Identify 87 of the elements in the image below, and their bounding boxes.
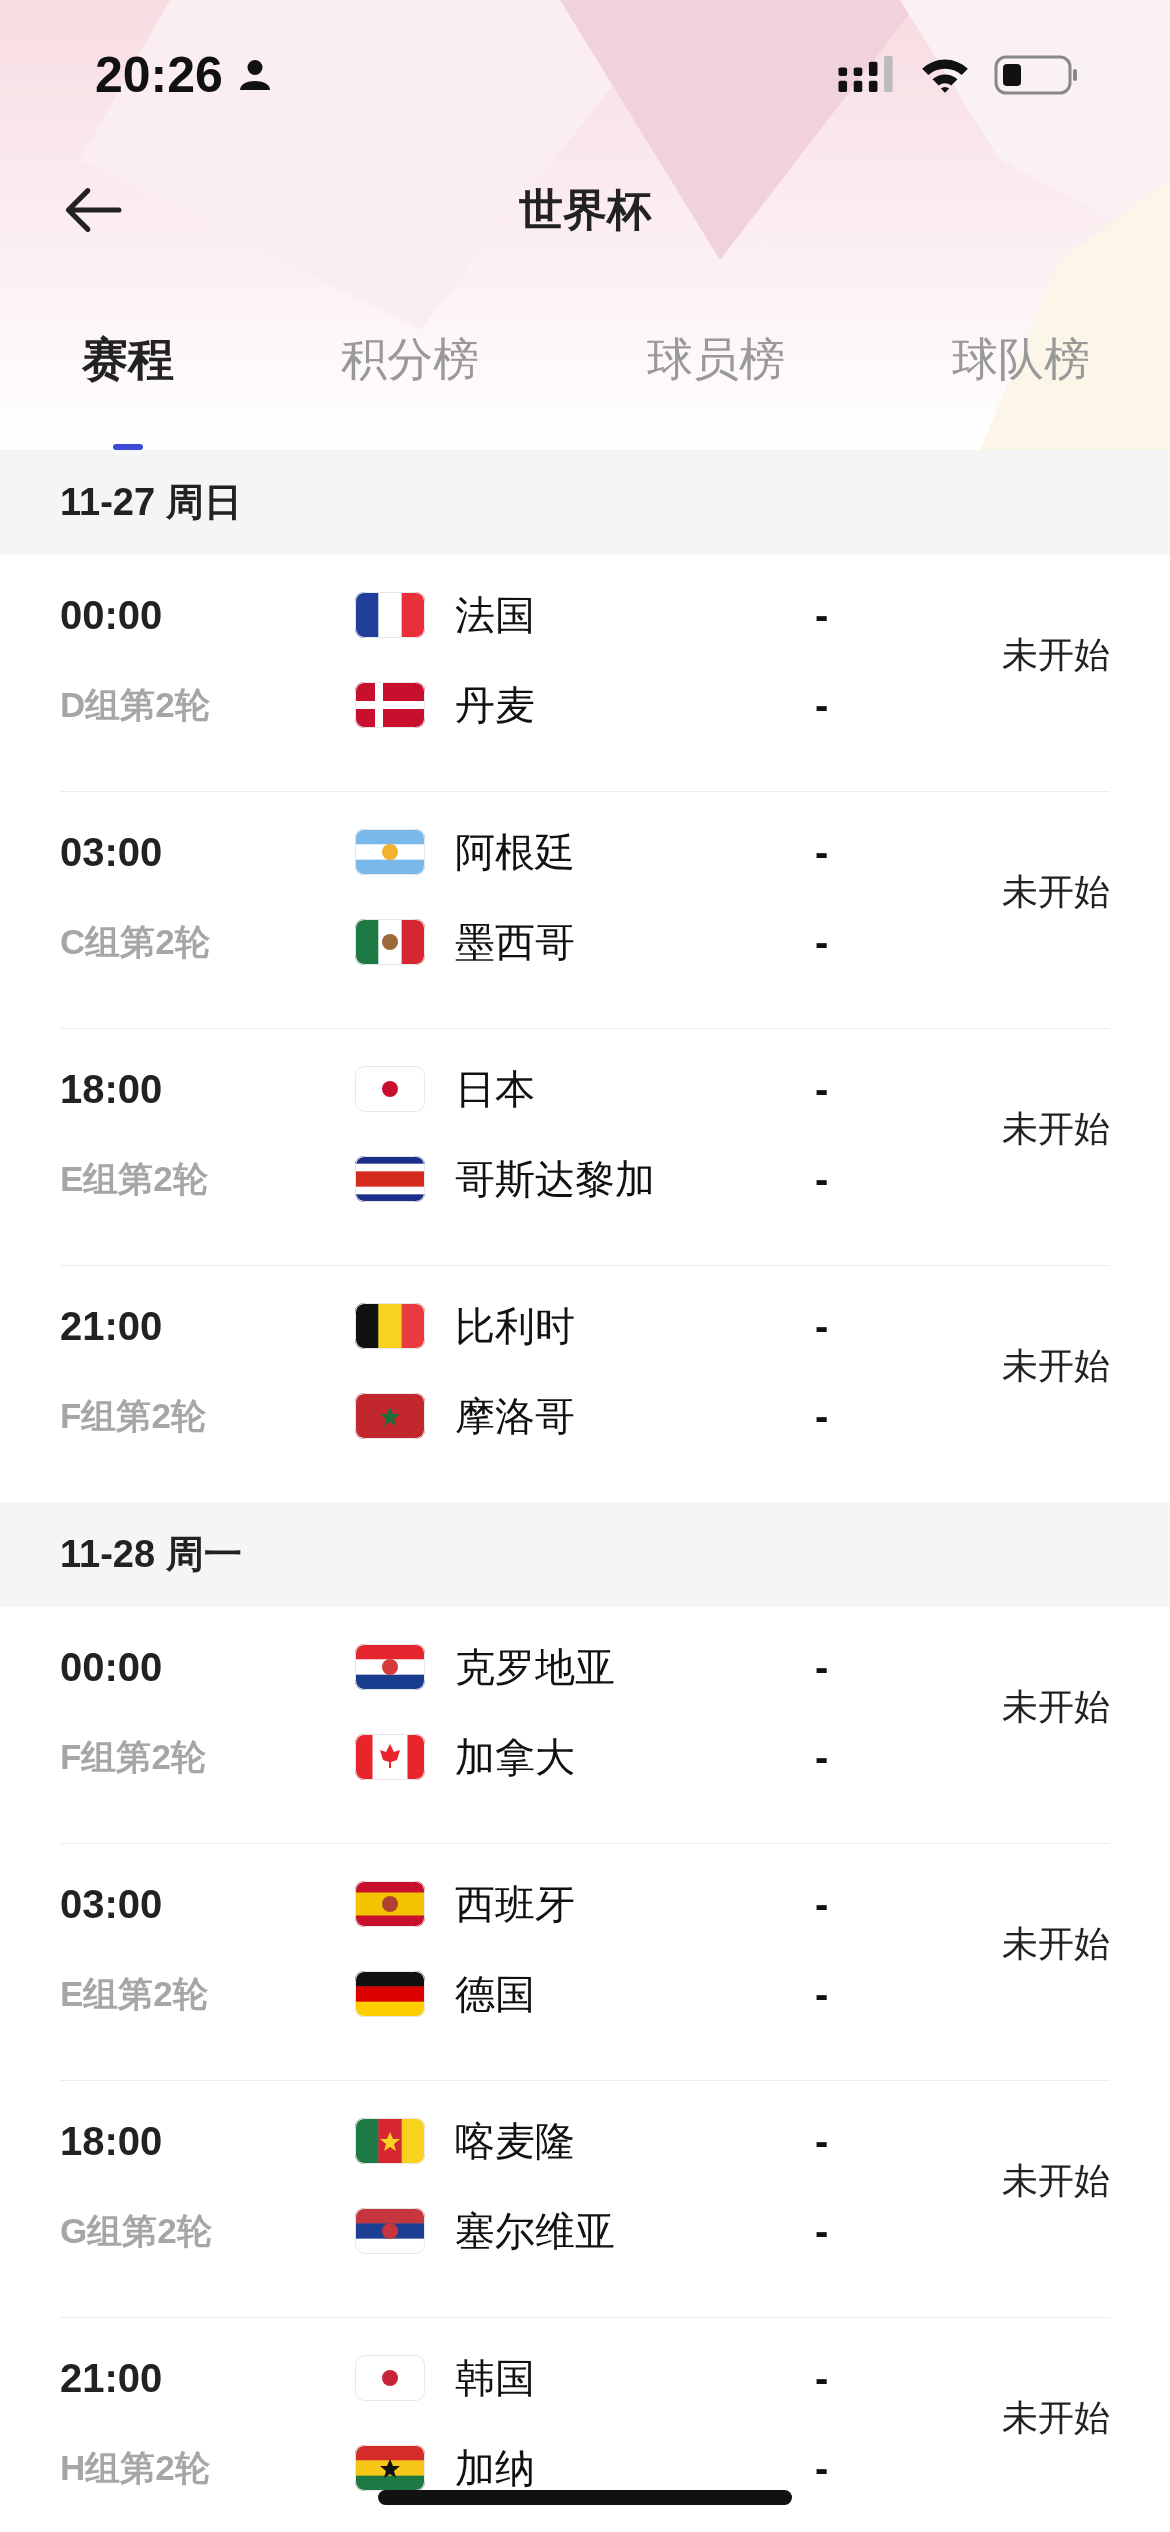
match-time: 18:00 <box>60 2118 164 2164</box>
score: - <box>815 1156 829 1202</box>
team-name: 德国 <box>455 1970 536 2018</box>
score: - <box>815 1066 829 1112</box>
flag-icon <box>355 1644 425 1690</box>
score: - <box>815 829 829 875</box>
match-row[interactable]: 18:00 喀麦隆 - G组第2轮 塞尔维亚 - 未开始 <box>60 2081 1110 2318</box>
score: - <box>815 1644 829 1690</box>
flag-icon <box>355 1971 425 2017</box>
match-time: 00:00 <box>60 592 164 638</box>
match-round: E组第2轮 <box>60 1157 209 1200</box>
score: - <box>815 2355 829 2401</box>
score: - <box>815 1303 829 1349</box>
team-name: 塞尔维亚 <box>455 2207 616 2255</box>
flag-icon <box>355 1066 425 1112</box>
team-name: 加拿大 <box>455 1733 576 1781</box>
match-status: 未开始 <box>1002 1344 1110 1388</box>
team-name: 比利时 <box>455 1302 576 1350</box>
match-time: 18:00 <box>60 1066 164 1112</box>
team-name: 日本 <box>455 1065 536 1113</box>
status-time: 20:26 <box>95 46 223 104</box>
match-round: F组第2轮 <box>60 1735 207 1778</box>
flag-icon <box>355 1303 425 1349</box>
match-round: D组第2轮 <box>60 683 211 726</box>
flag-icon <box>355 1734 425 1780</box>
score: - <box>815 592 829 638</box>
match-round: H组第2轮 <box>60 2446 211 2489</box>
page-title: 世界杯 <box>519 183 651 236</box>
team-name: 摩洛哥 <box>455 1392 576 1440</box>
match-row[interactable]: 00:00 法国 - D组第2轮 丹麦 - 未开始 <box>60 555 1110 792</box>
match-status: 未开始 <box>1002 1922 1110 1966</box>
match-time: 00:00 <box>60 1644 164 1690</box>
team-name: 阿根廷 <box>455 828 576 876</box>
score: - <box>815 682 829 728</box>
match-status: 未开始 <box>1002 2159 1110 2203</box>
match-status: 未开始 <box>1002 1107 1110 1151</box>
match-row[interactable]: 03:00 阿根廷 - C组第2轮 墨西哥 - 未开始 <box>60 792 1110 1029</box>
match-round: G组第2轮 <box>60 2209 213 2252</box>
match-round: F组第2轮 <box>60 1394 207 1437</box>
team-name: 墨西哥 <box>455 918 576 966</box>
team-name: 加纳 <box>455 2444 536 2492</box>
team-name: 喀麦隆 <box>455 2117 576 2165</box>
date-label: 11-27 周日 <box>60 480 242 525</box>
match-time: 21:00 <box>60 2355 164 2401</box>
flag-icon <box>355 829 425 875</box>
score: - <box>815 1734 829 1780</box>
match-time: 03:00 <box>60 829 164 875</box>
battery-icon <box>994 55 1078 95</box>
tab[interactable]: 赛程 <box>82 270 174 450</box>
flag-icon <box>355 1881 425 1927</box>
match-status: 未开始 <box>1002 2396 1110 2440</box>
flag-icon <box>355 592 425 638</box>
flag-icon <box>355 2355 425 2401</box>
match-status: 未开始 <box>1002 870 1110 914</box>
match-round: E组第2轮 <box>60 1972 209 2015</box>
score: - <box>815 2445 829 2491</box>
flag-icon <box>355 1393 425 1439</box>
flag-icon <box>355 682 425 728</box>
team-name: 法国 <box>455 591 536 639</box>
flag-icon <box>355 1156 425 1202</box>
team-name: 克罗地亚 <box>455 1643 616 1691</box>
match-row[interactable]: 18:00 日本 - E组第2轮 哥斯达黎加 - 未开始 <box>60 1029 1110 1266</box>
score: - <box>815 1393 829 1439</box>
flag-icon <box>355 919 425 965</box>
date-label: 11-28 周一 <box>60 1532 242 1577</box>
match-row[interactable]: 00:00 克罗地亚 - F组第2轮 加拿大 - 未开始 <box>60 1607 1110 1844</box>
team-name: 哥斯达黎加 <box>455 1155 656 1203</box>
match-round: C组第2轮 <box>60 920 211 963</box>
score: - <box>815 1881 829 1927</box>
flag-icon <box>355 2208 425 2254</box>
match-time: 03:00 <box>60 1881 164 1927</box>
match-status: 未开始 <box>1002 1685 1110 1729</box>
team-name: 西班牙 <box>455 1880 576 1928</box>
score: - <box>815 919 829 965</box>
signal-icon <box>838 56 896 94</box>
match-row[interactable]: 03:00 西班牙 - E组第2轮 德国 - 未开始 <box>60 1844 1110 2081</box>
match-row[interactable]: 21:00 韩国 - H组第2轮 加纳 - 未开始 <box>60 2318 1110 2532</box>
flag-icon <box>355 2445 425 2491</box>
score: - <box>815 1971 829 2017</box>
score: - <box>815 2118 829 2164</box>
match-row[interactable]: 21:00 比利时 - F组第2轮 摩洛哥 - 未开始 <box>60 1266 1110 1502</box>
flag-icon <box>355 2118 425 2164</box>
team-name: 丹麦 <box>455 681 536 729</box>
match-status: 未开始 <box>1002 633 1110 677</box>
match-time: 21:00 <box>60 1303 164 1349</box>
team-name: 韩国 <box>455 2354 536 2402</box>
score: - <box>815 2208 829 2254</box>
